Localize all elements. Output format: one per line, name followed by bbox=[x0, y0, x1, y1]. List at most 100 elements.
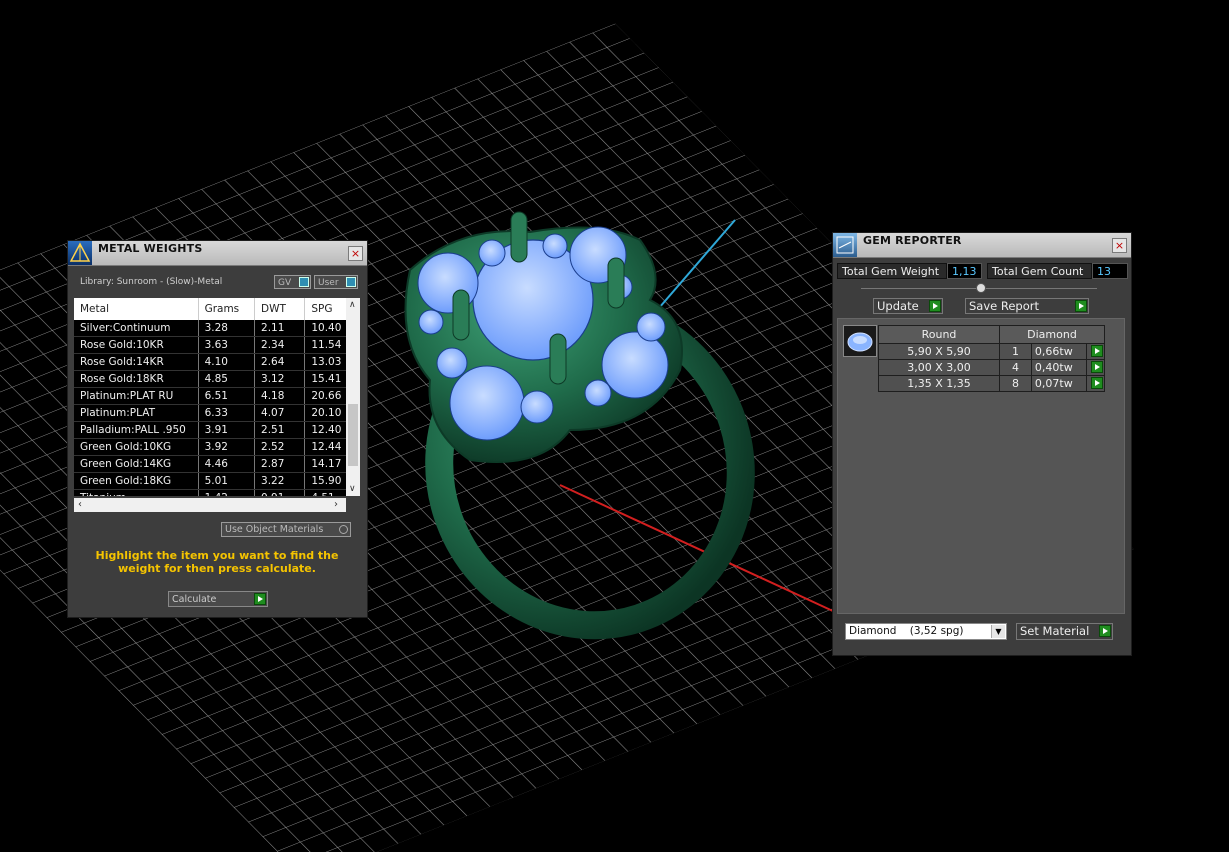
metal-name-cell: Palladium:PALL .950 bbox=[74, 421, 199, 439]
metal-name-cell: Rose Gold:10KR bbox=[74, 336, 199, 354]
save-report-button[interactable]: Save Report bbox=[965, 298, 1089, 314]
gem-row-go-icon bbox=[1091, 345, 1103, 357]
grams-cell: 4.85 bbox=[198, 370, 256, 388]
spg-cell: 14.17 bbox=[304, 455, 352, 473]
side-stone-left-bottom bbox=[449, 365, 525, 441]
accent-stone bbox=[478, 239, 506, 267]
metal-row[interactable]: Titanium1.420.914.51 bbox=[74, 489, 352, 496]
scroll-right-icon[interactable]: › bbox=[334, 499, 338, 510]
dwt-cell: 2.52 bbox=[254, 438, 306, 456]
grams-cell: 3.63 bbox=[198, 336, 256, 354]
gem-row[interactable]: 5,90 X 5,90 1 0,66tw bbox=[878, 343, 1105, 360]
grams-cell: 6.51 bbox=[198, 387, 256, 405]
metal-weights-title: METAL WEIGHTS bbox=[98, 242, 203, 255]
metal-row[interactable]: Green Gold:14KG 4.46 2.87 14.17 bbox=[74, 455, 352, 473]
metal-row[interactable]: Green Gold:10KG 3.92 2.52 12.44 bbox=[74, 438, 352, 456]
update-label: Update bbox=[877, 299, 919, 313]
accent-stone bbox=[418, 309, 444, 335]
gem-row[interactable]: 3,00 X 3,00 4 0,40tw bbox=[878, 359, 1105, 376]
gem-reporter-close-button[interactable]: × bbox=[1112, 238, 1127, 253]
spg-cell: 12.44 bbox=[304, 438, 352, 456]
gem-count-cell: 4 bbox=[999, 359, 1032, 376]
dwt-cell: 2.87 bbox=[254, 455, 306, 473]
col-spg[interactable]: SPG bbox=[304, 298, 352, 320]
user-toggle[interactable]: User bbox=[314, 275, 358, 289]
col-dwt[interactable]: DWT bbox=[254, 298, 306, 320]
dwt-cell: 2.64 bbox=[254, 353, 306, 371]
metal-row[interactable]: Green Gold:18KG 5.01 3.22 15.90 bbox=[74, 472, 352, 490]
calculate-button[interactable]: Calculate bbox=[168, 591, 268, 607]
material-select[interactable]: Diamond (3,52 spg) ▼ bbox=[845, 623, 1007, 640]
spg-cell: 15.90 bbox=[304, 472, 352, 490]
update-button[interactable]: Update bbox=[873, 298, 943, 314]
grams-cell: 6.33 bbox=[198, 404, 256, 422]
gem-reporter-title: GEM REPORTER bbox=[863, 234, 962, 247]
metal-row[interactable]: Silver:Continuum 3.28 2.11 10.40 bbox=[74, 320, 352, 337]
spg-cell: 13.03 bbox=[304, 353, 352, 371]
total-gem-count-label: Total Gem Count bbox=[987, 263, 1092, 279]
gem-size-cell: 3,00 X 3,00 bbox=[878, 359, 1000, 376]
metal-name-cell: Platinum:PLAT bbox=[74, 404, 199, 422]
accent-stone bbox=[542, 233, 568, 259]
gem-table: Round Diamond 5,90 X 5,90 1 0,66tw 3,00 X 3… bbox=[878, 325, 1105, 392]
dwt-cell: 4.07 bbox=[254, 404, 306, 422]
gem-reporter-panel: GEM REPORTER × Total Gem Weight 1,13 Tot… bbox=[832, 232, 1132, 656]
metal-row[interactable]: Rose Gold:10KR 3.63 2.34 11.54 bbox=[74, 336, 352, 354]
chevron-down-icon[interactable]: ▼ bbox=[991, 625, 1005, 638]
gem-count-cell: 8 bbox=[999, 375, 1032, 392]
metal-weights-app-icon bbox=[68, 241, 92, 265]
gem-count-cell: 1 bbox=[999, 343, 1032, 360]
user-toggle-switch-icon bbox=[346, 277, 356, 287]
grams-cell: 3.91 bbox=[198, 421, 256, 439]
gem-size-cell: 5,90 X 5,90 bbox=[878, 343, 1000, 360]
dwt-cell: 0.91 bbox=[254, 489, 306, 496]
metal-name-cell: Platinum:PLAT RU bbox=[74, 387, 199, 405]
use-object-materials-toggle[interactable]: Use Object Materials bbox=[221, 522, 351, 537]
metal-row[interactable]: Platinum:PLAT 6.33 4.07 20.10 bbox=[74, 404, 352, 422]
metal-weights-titlebar[interactable]: METAL WEIGHTS × bbox=[68, 241, 367, 266]
dwt-cell: 4.18 bbox=[254, 387, 306, 405]
spg-cell: 12.40 bbox=[304, 421, 352, 439]
set-material-go-icon bbox=[1099, 625, 1111, 637]
scroll-left-icon[interactable]: ‹ bbox=[78, 499, 82, 510]
gem-weight-cell: 0,66tw bbox=[1030, 343, 1088, 360]
scroll-down-icon[interactable]: ∨ bbox=[349, 484, 356, 494]
set-material-label: Set Material bbox=[1020, 624, 1090, 638]
save-report-label: Save Report bbox=[969, 299, 1040, 313]
metal-row[interactable]: Platinum:PLAT RU 6.51 4.18 20.66 bbox=[74, 387, 352, 405]
metal-row[interactable]: Rose Gold:14KR 4.10 2.64 13.03 bbox=[74, 353, 352, 371]
scroll-thumb[interactable] bbox=[348, 404, 358, 466]
gem-row-action[interactable] bbox=[1086, 359, 1105, 376]
col-metal[interactable]: Metal bbox=[74, 298, 199, 320]
metal-name-cell: Titanium bbox=[74, 489, 199, 496]
gem-weight-cell: 0,40tw bbox=[1030, 359, 1088, 376]
set-material-button[interactable]: Set Material bbox=[1016, 623, 1113, 640]
gv-toggle-label: GV bbox=[278, 278, 292, 288]
collapse-toggle-icon[interactable] bbox=[976, 283, 986, 293]
metal-list-horizontal-scrollbar[interactable]: ‹ › bbox=[74, 498, 346, 512]
accent-stone bbox=[436, 347, 468, 379]
gem-reporter-titlebar[interactable]: GEM REPORTER × bbox=[833, 233, 1131, 258]
round-diamond-icon[interactable] bbox=[843, 325, 877, 357]
gem-material-header: Diamond bbox=[999, 325, 1105, 344]
accent-stone bbox=[636, 312, 666, 342]
gem-size-cell: 1,35 X 1,35 bbox=[878, 375, 1000, 392]
dwt-cell: 2.34 bbox=[254, 336, 306, 354]
gem-row[interactable]: 1,35 X 1,35 8 0,07tw bbox=[878, 375, 1105, 392]
metal-name-cell: Green Gold:10KG bbox=[74, 438, 199, 456]
metal-table-header: Metal Grams DWT SPG bbox=[74, 298, 352, 320]
calculate-label: Calculate bbox=[172, 594, 217, 605]
metal-list-vertical-scrollbar[interactable]: ∧ ∨ bbox=[346, 298, 360, 496]
gem-row-action[interactable] bbox=[1086, 343, 1105, 360]
metal-row[interactable]: Rose Gold:18KR 4.85 3.12 15.41 bbox=[74, 370, 352, 388]
metal-weights-close-button[interactable]: × bbox=[348, 246, 363, 261]
gem-weight-cell: 0,07tw bbox=[1030, 375, 1088, 392]
grams-cell: 5.01 bbox=[198, 472, 256, 490]
metal-row[interactable]: Palladium:PALL .950 3.91 2.51 12.40 bbox=[74, 421, 352, 439]
update-go-icon bbox=[929, 300, 941, 312]
metal-list[interactable]: Metal Grams DWT SPG Silver:Continuum 3.28… bbox=[74, 298, 352, 496]
col-grams[interactable]: Grams bbox=[198, 298, 256, 320]
gv-toggle[interactable]: GV bbox=[274, 275, 311, 289]
scroll-up-icon[interactable]: ∧ bbox=[349, 300, 356, 310]
gem-row-action[interactable] bbox=[1086, 375, 1105, 392]
